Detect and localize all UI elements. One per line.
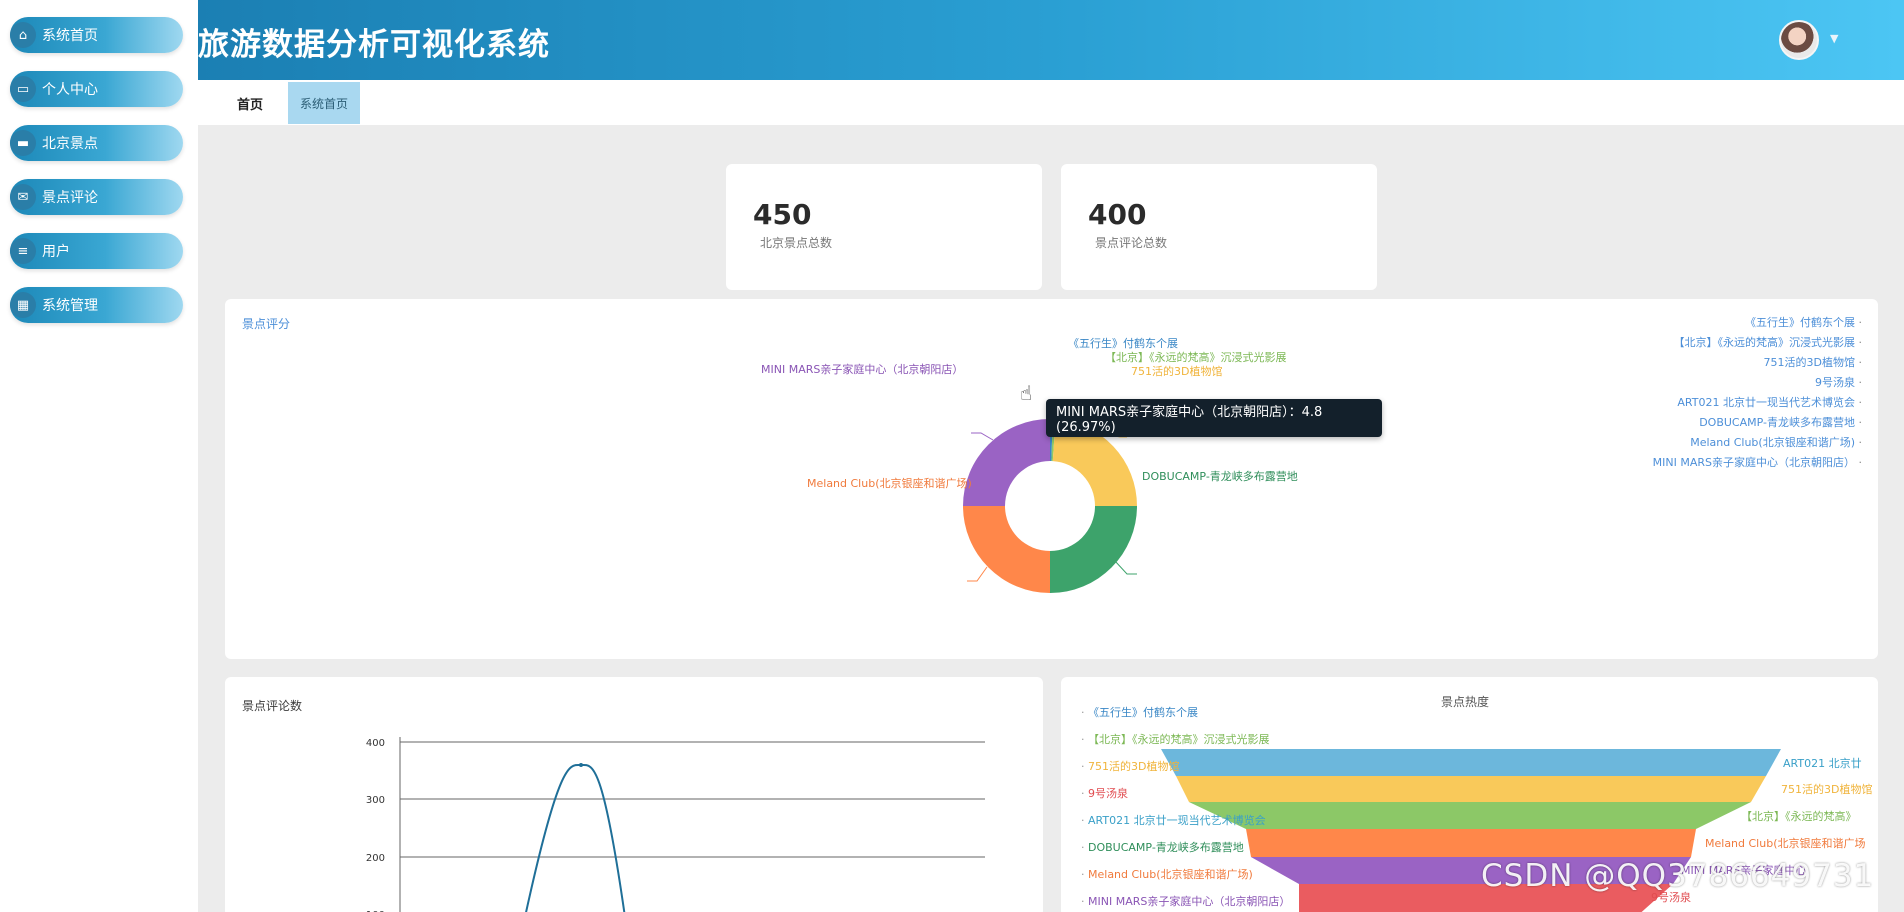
sidebar-item-label: 景点评论 [42,190,98,206]
legend-item[interactable]: MINI MARS亲子家庭中心（北京朝阳店） [1081,888,1290,912]
pie-slice-dobu[interactable] [1050,506,1137,593]
pie-slice-minimars[interactable] [963,419,1050,506]
rating-panel: 景点评分 《五行生》付鹤东个展 【北京】《永远的梵高》沉浸式光影展 751活的3… [225,299,1878,659]
leader-line [971,432,994,441]
data-point[interactable] [579,763,583,767]
slice-label: MINI MARS亲子家庭中心（北京朝阳店） [761,363,964,376]
watermark: CSDN @QQ3786649731 [1481,858,1875,894]
stat-value: 450 [753,198,812,231]
avatar[interactable] [1779,20,1819,60]
stat-label: 北京景点总数 [760,236,833,250]
legend-item[interactable]: 《五行生》付鹤东个展 [1081,699,1290,726]
legend-item[interactable]: Meland Club(北京银座和谐广场) [1081,861,1290,888]
stat-value: 400 [1088,198,1147,231]
tab-system-home[interactable]: 系统首页 [288,82,360,124]
legend-item[interactable]: ART021 北京廿一现当代艺术博览会 [1081,807,1290,834]
funnel-label: 751活的3D植物馆 [1781,783,1873,796]
y-tick-label: 400 [366,738,385,749]
funnel-legend: 《五行生》付鹤东个展 【北京】《永远的梵高》沉浸式光影展 751活的3D植物馆 … [1081,699,1290,912]
legend-item[interactable]: 9号汤泉 [1081,780,1290,807]
legend-item[interactable]: 【北京】《永远的梵高》沉浸式光影展 [1081,726,1290,753]
hand-cursor-icon: ☝ [1020,381,1033,405]
comments-panel: 景点评论数 400 300 200 100 [225,677,1043,912]
funnel-label: 【北京】《永远的梵高》 [1741,810,1857,823]
monitor-icon: ▬ [10,130,36,156]
app-title: 旅游数据分析可视化系统 [198,27,550,63]
chart-tooltip: MINI MARS亲子家庭中心（北京朝阳店）：4.8 (26.97%) [1046,399,1382,437]
funnel-label: Meland Club(北京银座和谐广场 [1705,837,1866,850]
home-icon: ⌂ [10,22,36,48]
caret-down-icon[interactable]: ▼ [1830,32,1838,45]
sidebar-item-label: 系统首页 [42,28,98,44]
funnel-stage[interactable] [1246,829,1696,857]
grid-icon: ▦ [10,292,36,318]
pie-slice-meland[interactable] [963,506,1050,593]
sidebar-item-spot-comments[interactable]: ✉ 景点评论 [10,179,183,215]
legend-item[interactable]: DOBUCAMP-青龙峡多布露营地 [1081,834,1290,861]
profile-icon: ▭ [10,76,36,102]
sidebar: ⌂ 系统首页 ▭ 个人中心 ▬ 北京景点 ✉ 景点评论 ≡ 用户 ▦ 系统管理 [0,0,198,912]
funnel-label: ART021 北京廿 [1783,757,1862,770]
series-line [525,763,626,912]
slice-label: 751活的3D植物馆 [1131,365,1223,378]
tab-home[interactable]: 首页 [218,82,282,124]
sidebar-item-label: 个人中心 [42,82,98,98]
sidebar-item-label: 北京景点 [42,136,98,152]
stat-label: 景点评论总数 [1095,236,1168,250]
leader-line [1114,560,1137,575]
sidebar-item-users[interactable]: ≡ 用户 [10,233,183,269]
sidebar-item-system[interactable]: ▦ 系统管理 [10,287,183,323]
stat-card-spots: 450 北京景点总数 [726,164,1042,290]
y-tick-label: 300 [366,795,385,806]
sidebar-item-label: 系统管理 [42,298,98,314]
sidebar-item-profile[interactable]: ▭ 个人中心 [10,71,183,107]
y-tick-label: 200 [366,853,385,864]
donut-chart [963,404,1137,593]
legend-item[interactable]: 751活的3D植物馆 [1081,753,1290,780]
slice-label: DOBUCAMP-青龙峡多布露营地 [1142,470,1298,483]
stat-card-comments: 400 景点评论总数 [1061,164,1377,290]
header: 旅游数据分析可视化系统 ▼ [198,0,1904,80]
line-chart: 400 300 200 100 [366,737,985,912]
menu-icon: ≡ [10,238,36,264]
comment-icon: ✉ [10,184,36,210]
tab-bar: 首页 系统首页 [198,80,1904,125]
sidebar-item-beijing-spots[interactable]: ▬ 北京景点 [10,125,183,161]
sidebar-item-label: 用户 [42,244,70,260]
sidebar-item-home[interactable]: ⌂ 系统首页 [10,17,183,53]
slice-label: Meland Club(北京银座和谐广场) [807,477,972,490]
leader-line [967,566,988,582]
